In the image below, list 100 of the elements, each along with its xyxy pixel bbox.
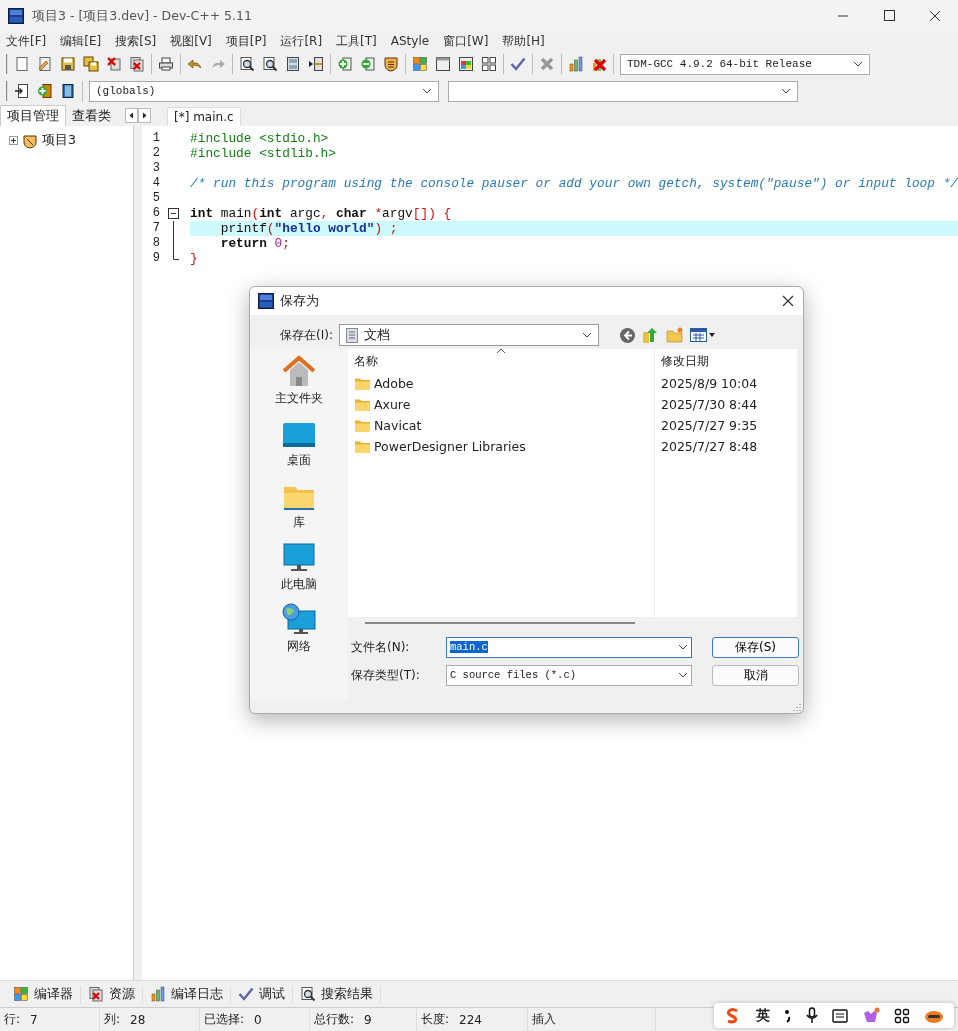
field-label: 保存类型(T): — [351, 666, 421, 684]
file-name[interactable]: Axure — [374, 397, 411, 412]
code-line: int main(int argc, char *argv[]) { — [190, 206, 452, 221]
compiler-dropdown[interactable]: TDM-GCC 4.9.2 64-bit Release — [620, 53, 870, 75]
file-date: 2025/7/30 8:44 — [654, 394, 797, 415]
menu-item[interactable]: 视图[V] — [170, 32, 212, 50]
pages-cross-icon[interactable] — [129, 56, 145, 72]
check-icon — [238, 986, 254, 1002]
output-tab[interactable]: 调试 — [231, 985, 293, 1003]
printer-icon[interactable] — [158, 56, 174, 72]
output-tab[interactable]: 资源 — [81, 985, 143, 1003]
file-date: 2025/7/27 9:35 — [654, 415, 797, 436]
chevron-down-icon — [422, 88, 432, 94]
shield-icon[interactable] — [383, 56, 399, 72]
sort-caret-icon — [496, 348, 506, 354]
magnifier-page-icon — [300, 986, 316, 1002]
scroll-left-icon[interactable] — [125, 108, 138, 123]
undo-arrow-icon[interactable] — [187, 56, 203, 72]
back-icon[interactable] — [618, 326, 636, 344]
column-header[interactable]: 修改日期 — [654, 349, 797, 373]
menu-item[interactable]: 窗口[W] — [443, 32, 489, 50]
output-tab[interactable]: 编译器 — [6, 985, 81, 1003]
editor-tab[interactable]: [*] main.c — [167, 107, 241, 126]
menu-item[interactable]: 运行[R] — [280, 32, 323, 50]
view-menu-icon[interactable] — [689, 327, 716, 343]
document-icon — [345, 327, 358, 343]
save-button[interactable]: 保存(S) — [712, 636, 799, 658]
tiles-icon[interactable] — [412, 56, 428, 72]
house-icon — [282, 355, 316, 387]
panel-tab[interactable]: 查看类 — [66, 106, 117, 126]
status-label: 列: — [104, 1011, 121, 1028]
page-icon[interactable] — [14, 56, 30, 72]
column-header[interactable]: 名称 — [348, 352, 654, 370]
grid-icon[interactable] — [481, 56, 497, 72]
folder-icon — [354, 376, 371, 391]
menu-item[interactable]: 编辑[E] — [60, 32, 102, 50]
output-tab[interactable]: 搜索结果 — [293, 985, 381, 1003]
folder-up-icon[interactable] — [641, 326, 660, 344]
chart-cross-icon[interactable] — [591, 56, 607, 72]
close-icon[interactable] — [781, 294, 795, 308]
magnifier-page-icon[interactable] — [239, 56, 255, 72]
floppies-icon[interactable] — [83, 56, 99, 72]
fold-toggle-icon[interactable] — [167, 206, 182, 221]
page-pencil-icon[interactable] — [37, 56, 53, 72]
split-arrow-icon[interactable] — [308, 56, 324, 72]
window-title: 项目3 - [项目3.dev] - Dev-C++ 5.11 — [32, 7, 253, 25]
minus-page-icon[interactable] — [360, 56, 376, 72]
filename-field[interactable]: main.c — [446, 636, 692, 658]
magnifier-page-icon[interactable] — [262, 56, 278, 72]
file-name[interactable]: Adobe — [374, 376, 414, 391]
place-item[interactable]: 网络 — [282, 603, 316, 655]
file-name[interactable]: Navicat — [374, 418, 422, 433]
cancel-button[interactable]: 取消 — [712, 664, 799, 686]
chevron-down-icon — [581, 332, 592, 338]
menu-item[interactable]: 帮助[H] — [502, 32, 545, 50]
status-label: 总行数: — [314, 1011, 355, 1028]
expand-icon[interactable] — [9, 136, 18, 145]
file-name[interactable]: PowerDesigner Libraries — [374, 439, 526, 454]
scrollbar[interactable] — [365, 622, 635, 624]
window-icon[interactable] — [435, 56, 451, 72]
folder-icon — [354, 439, 371, 454]
place-item[interactable]: 库 — [282, 479, 316, 531]
place-item[interactable]: 桌面 — [282, 417, 316, 469]
keyboard-icon[interactable] — [832, 1008, 848, 1023]
book-icon[interactable] — [60, 83, 76, 99]
menu-item[interactable]: 工具[T] — [336, 32, 377, 50]
resize-grip-icon[interactable] — [792, 702, 801, 711]
menu-item[interactable]: AStyle — [390, 34, 430, 48]
menu-item[interactable]: 项目[P] — [225, 32, 267, 50]
filetype-dropdown[interactable]: C source files (*.c) — [446, 664, 692, 686]
floppy-icon[interactable] — [60, 56, 76, 72]
scope-dropdown[interactable]: (globals) — [89, 80, 439, 102]
code-line: return 0; — [219, 236, 290, 251]
microphone-icon[interactable] — [806, 1007, 818, 1024]
dialog-title: 保存为 — [280, 292, 320, 310]
input-language[interactable]: 英 — [756, 1006, 770, 1025]
output-tab[interactable]: 编译日志 — [143, 985, 231, 1003]
colored-window-icon[interactable] — [458, 56, 474, 72]
status-value: 9 — [364, 1012, 372, 1027]
check-icon[interactable] — [510, 56, 526, 72]
place-item[interactable]: 主文件夹 — [275, 355, 323, 407]
plus-book-icon[interactable] — [37, 83, 53, 99]
plus-page-icon[interactable] — [337, 56, 353, 72]
page-arrow-icon[interactable] — [14, 83, 30, 99]
punctuation-icon[interactable] — [784, 1008, 792, 1023]
status-label: 长度: — [421, 1011, 450, 1028]
tiles-icon — [13, 986, 29, 1002]
scroll-right-icon[interactable] — [138, 108, 151, 123]
panels-icon[interactable] — [285, 56, 301, 72]
place-item[interactable]: 此电脑 — [281, 541, 317, 593]
menu-item[interactable]: 搜索[S] — [115, 32, 157, 50]
grid-icon[interactable] — [894, 1007, 910, 1024]
panel-tab[interactable]: 项目管理 — [0, 105, 66, 126]
bar-chart-icon[interactable] — [568, 56, 584, 72]
app-icon — [8, 8, 24, 24]
page-cross-icon[interactable] — [106, 56, 122, 72]
location-dropdown[interactable]: 文档 — [338, 324, 599, 346]
code-line: #include <stdio.h> — [190, 131, 329, 146]
tree-item[interactable]: 项目3 — [42, 132, 76, 149]
menu-item[interactable]: 文件[F] — [6, 32, 47, 50]
